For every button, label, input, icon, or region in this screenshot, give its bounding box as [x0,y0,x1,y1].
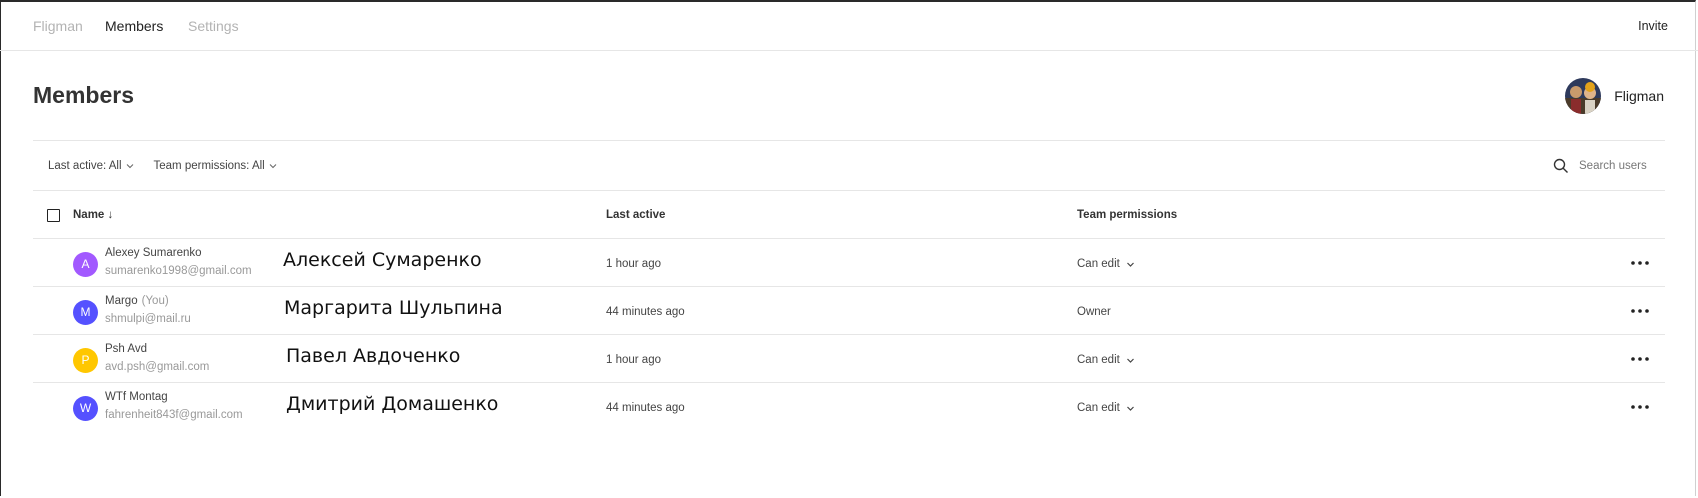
more-options-icon[interactable] [1630,403,1650,411]
last-active-filter-label: Last active: All [48,160,122,172]
last-active-value: 44 minutes ago [606,306,685,318]
last-active-column-header: Last active [606,209,666,221]
avatar: W [73,396,98,421]
you-label: (You) [141,295,169,307]
last-active-value: 1 hour ago [606,354,661,366]
permission-dropdown[interactable]: Can edit [1077,402,1135,414]
avatar: A [73,252,98,277]
permission-dropdown[interactable]: Can edit [1077,258,1135,270]
team-permissions-filter-label: Team permissions: All [153,160,265,172]
filter-bar: Last active: All Team permissions: All [48,160,277,172]
tab-settings[interactable]: Settings [188,18,239,34]
member-name-text: WTf Montag [105,391,168,403]
more-options-icon[interactable] [1630,355,1650,363]
avatar: P [73,348,98,373]
chevron-down-icon [1126,406,1134,411]
tab-fligman[interactable]: Fligman [33,18,83,34]
team-permissions-filter[interactable]: Team permissions: All [154,160,277,172]
team-permissions-column-header: Team permissions [1077,209,1178,221]
select-all-checkbox[interactable] [47,209,60,222]
member-email: avd.psh@gmail.com [105,361,210,373]
permission-value: Can edit [1077,258,1120,270]
more-options-icon[interactable] [1630,307,1650,315]
chevron-down-icon [126,164,133,169]
member-email: sumarenko1998@gmail.com [105,265,252,277]
team-avatar [1565,78,1602,114]
member-name: Psh Avd [105,343,147,355]
invite-button[interactable]: Invite [1638,19,1668,33]
permission-value: Can edit [1077,402,1120,414]
chevron-down-icon [1126,358,1134,363]
table-row: A Alexey Sumarenko sumarenko1998@gmail.c… [33,239,1665,287]
team-name: Fligman [1614,88,1664,104]
table-row: P Psh Avd avd.psh@gmail.com Павел Авдоче… [33,335,1665,383]
name-annotation: Маргарита Шульпина [284,297,503,319]
table-header: Name ↓ Last active Team permissions [33,191,1665,239]
name-annotation: Дмитрий Домашенко [286,393,499,415]
divider [33,140,1665,141]
member-name-text: Margo [105,295,138,307]
permission-value: Owner [1077,306,1111,318]
member-name-text: Psh Avd [105,343,147,355]
page-title: Members [33,82,134,108]
team-profile[interactable]: Fligman [1565,78,1664,114]
search-placeholder: Search users [1579,160,1647,172]
name-column-header[interactable]: Name ↓ [73,209,113,221]
search-icon [1553,158,1568,173]
tab-members[interactable]: Members [105,18,163,34]
member-email: shmulpi@mail.ru [105,313,191,325]
table-row: M Margo (You) shmulpi@mail.ru Маргарита Ш… [33,287,1665,335]
name-annotation: Алексей Сумаренко [283,249,482,271]
chevron-down-icon [1126,262,1134,267]
search-input[interactable]: Search users [1553,158,1647,174]
member-name-text: Alexey Sumarenko [105,247,202,259]
member-name: WTf Montag [105,391,168,403]
last-active-filter[interactable]: Last active: All [48,160,134,172]
avatar: M [73,300,98,325]
permission-value: Can edit [1077,354,1120,366]
permission-dropdown[interactable]: Can edit [1077,354,1135,366]
chevron-down-icon [269,164,277,169]
member-name: Alexey Sumarenko [105,247,202,259]
table-row: W WTf Montag fahrenheit843f@gmail.com Дм… [33,383,1665,431]
top-navigation: Fligman Members Settings Invite [0,0,1698,51]
member-name: Margo (You) [105,295,169,307]
member-email: fahrenheit843f@gmail.com [105,409,243,421]
name-annotation: Павел Авдоченко [286,345,461,367]
last-active-value: 1 hour ago [606,258,661,270]
last-active-value: 44 minutes ago [606,402,685,414]
more-options-icon[interactable] [1630,259,1650,267]
